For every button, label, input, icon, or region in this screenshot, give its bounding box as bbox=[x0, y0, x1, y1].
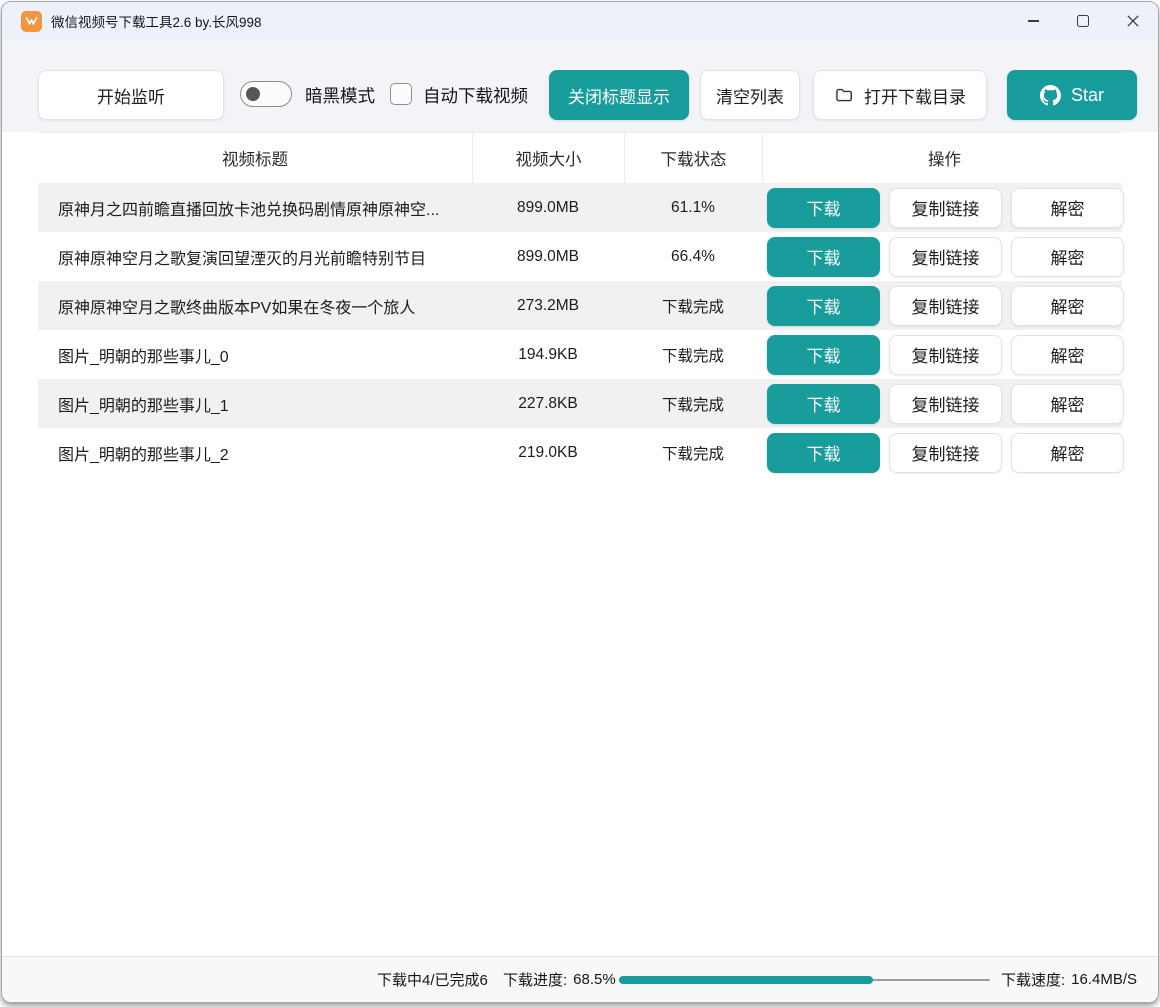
dark-mode-label: 暗黑模式 bbox=[305, 85, 375, 106]
table-row: 图片_明朝的那些事儿_0 194.9KB 下载完成 下载 复制链接 解密 bbox=[38, 330, 1124, 379]
open-download-dir-label: 打开下载目录 bbox=[864, 87, 966, 107]
dark-mode-toggle[interactable] bbox=[240, 81, 292, 107]
video-title: 原神原神空月之歌终曲版本PV如果在冬夜一个旅人 bbox=[58, 299, 416, 317]
progress-group: 下载进度: 68.5% bbox=[503, 957, 616, 1002]
download-button[interactable]: 下载 bbox=[767, 187, 880, 228]
video-size: 273.2MB bbox=[516, 296, 580, 314]
decrypt-button[interactable]: 解密 bbox=[1011, 285, 1124, 326]
app-icon bbox=[21, 10, 42, 32]
download-status: 61.1% bbox=[671, 198, 715, 216]
minimize-button[interactable] bbox=[1008, 2, 1058, 40]
copy-link-button[interactable]: 复制链接 bbox=[889, 383, 1002, 424]
download-button[interactable]: 下载 bbox=[767, 383, 880, 424]
row-actions: 下载 复制链接 解密 bbox=[762, 334, 1126, 375]
video-title: 图片_明朝的那些事儿_0 bbox=[58, 348, 229, 366]
table-row: 原神原神空月之歌终曲版本PV如果在冬夜一个旅人 273.2MB 下载完成 下载 … bbox=[38, 281, 1124, 330]
minimize-icon bbox=[1027, 20, 1039, 22]
auto-download-checkbox[interactable] bbox=[390, 83, 412, 105]
copy-link-button[interactable]: 复制链接 bbox=[889, 187, 1002, 228]
table-row: 原神月之四前瞻直播回放卡池兑换码剧情原神原神空... 899.0MB 61.1%… bbox=[38, 183, 1124, 232]
speed-group: 下载速度: 16.4MB/S bbox=[1001, 957, 1137, 1002]
star-button[interactable]: Star bbox=[1007, 70, 1137, 120]
video-size: 899.0MB bbox=[516, 247, 580, 265]
download-progress-bar bbox=[619, 975, 990, 984]
download-button[interactable]: 下载 bbox=[767, 236, 880, 277]
toolbar: 开始监听 暗黑模式 自动下载视频 关闭标题显示 清空列表 打开下载目录 Star bbox=[2, 40, 1158, 132]
auto-download-label: 自动下载视频 bbox=[423, 85, 528, 106]
table-body: 原神月之四前瞻直播回放卡池兑换码剧情原神原神空... 899.0MB 61.1%… bbox=[2, 183, 1158, 477]
download-button[interactable]: 下载 bbox=[767, 334, 880, 375]
decrypt-button[interactable]: 解密 bbox=[1011, 432, 1124, 473]
close-icon bbox=[1127, 15, 1139, 27]
progress-label: 下载进度: bbox=[503, 972, 568, 989]
decrypt-button[interactable]: 解密 bbox=[1011, 236, 1124, 277]
speed-label: 下载速度: bbox=[1000, 972, 1066, 989]
copy-link-button[interactable]: 复制链接 bbox=[889, 334, 1002, 375]
table-header: 视频标题 视频大小 下载状态 操作 bbox=[38, 132, 1122, 183]
video-size: 227.8KB bbox=[518, 394, 578, 412]
window-controls bbox=[1008, 2, 1158, 40]
copy-link-button[interactable]: 复制链接 bbox=[889, 236, 1002, 277]
row-actions: 下载 复制链接 解密 bbox=[762, 236, 1126, 277]
row-actions: 下载 复制链接 解密 bbox=[762, 285, 1126, 326]
close-title-display-button[interactable]: 关闭标题显示 bbox=[549, 70, 689, 120]
window-title: 微信视频号下载工具2.6 by.长风998 bbox=[51, 15, 262, 30]
title-bar: 微信视频号下载工具2.6 by.长风998 bbox=[2, 2, 1158, 40]
video-title: 图片_明朝的那些事儿_1 bbox=[58, 397, 229, 415]
video-title: 原神原神空月之歌复演回望湮灭的月光前瞻特别节目 bbox=[58, 250, 427, 268]
copy-link-button[interactable]: 复制链接 bbox=[889, 432, 1002, 473]
star-label: Star bbox=[1070, 84, 1104, 105]
copy-link-button[interactable]: 复制链接 bbox=[889, 285, 1002, 326]
speed-value: 16.4MB/S bbox=[1071, 971, 1137, 988]
download-status: 下载完成 bbox=[661, 396, 724, 414]
table-row: 图片_明朝的那些事儿_2 219.0KB 下载完成 下载 复制链接 解密 bbox=[38, 428, 1124, 477]
decrypt-button[interactable]: 解密 bbox=[1011, 334, 1124, 375]
header-video-title: 视频标题 bbox=[222, 151, 288, 169]
download-button[interactable]: 下载 bbox=[767, 432, 880, 473]
progress-value: 68.5% bbox=[573, 971, 616, 988]
header-download-status: 下载状态 bbox=[624, 133, 762, 183]
video-size: 194.9KB bbox=[518, 345, 578, 363]
row-actions: 下载 复制链接 解密 bbox=[762, 187, 1126, 228]
maximize-icon bbox=[1077, 15, 1089, 27]
download-status: 66.4% bbox=[671, 247, 715, 265]
decrypt-button[interactable]: 解密 bbox=[1011, 383, 1124, 424]
video-title: 原神月之四前瞻直播回放卡池兑换码剧情原神原神空... bbox=[58, 201, 440, 219]
close-button[interactable] bbox=[1108, 2, 1158, 40]
download-button[interactable]: 下载 bbox=[767, 285, 880, 326]
video-title: 图片_明朝的那些事儿_2 bbox=[58, 446, 229, 464]
github-octocat-icon bbox=[1039, 84, 1061, 106]
row-actions: 下载 复制链接 解密 bbox=[762, 383, 1126, 424]
download-counts: 下载中4/已完成6 bbox=[377, 972, 488, 989]
decrypt-button[interactable]: 解密 bbox=[1011, 187, 1124, 228]
wechat-channels-logo-icon bbox=[25, 16, 38, 25]
header-actions: 操作 bbox=[762, 133, 1126, 183]
table-row: 图片_明朝的那些事儿_1 227.8KB 下载完成 下载 复制链接 解密 bbox=[38, 379, 1124, 428]
download-status: 下载完成 bbox=[661, 298, 724, 316]
video-size: 219.0KB bbox=[518, 443, 578, 461]
clear-list-button[interactable]: 清空列表 bbox=[700, 70, 800, 120]
header-video-size: 视频大小 bbox=[472, 133, 624, 183]
start-listen-button[interactable]: 开始监听 bbox=[38, 70, 224, 120]
status-bar: 下载中4/已完成6 下载进度: 68.5% 下载速度: 16.4MB/S bbox=[2, 956, 1158, 1002]
download-status: 下载完成 bbox=[661, 347, 724, 365]
folder-icon bbox=[834, 85, 854, 105]
open-download-dir-button[interactable]: 打开下载目录 bbox=[813, 70, 987, 120]
video-size: 899.0MB bbox=[516, 198, 580, 216]
row-actions: 下载 复制链接 解密 bbox=[762, 432, 1126, 473]
progress-fill bbox=[619, 975, 874, 984]
download-status: 下载完成 bbox=[661, 445, 724, 463]
table-row: 原神原神空月之歌复演回望湮灭的月光前瞻特别节目 899.0MB 66.4% 下载… bbox=[38, 232, 1124, 281]
maximize-button[interactable] bbox=[1058, 2, 1108, 40]
toggle-knob bbox=[246, 87, 260, 101]
app-window: 微信视频号下载工具2.6 by.长风998 开始监听 暗黑模式 自动下载视频 关… bbox=[1, 1, 1159, 1003]
